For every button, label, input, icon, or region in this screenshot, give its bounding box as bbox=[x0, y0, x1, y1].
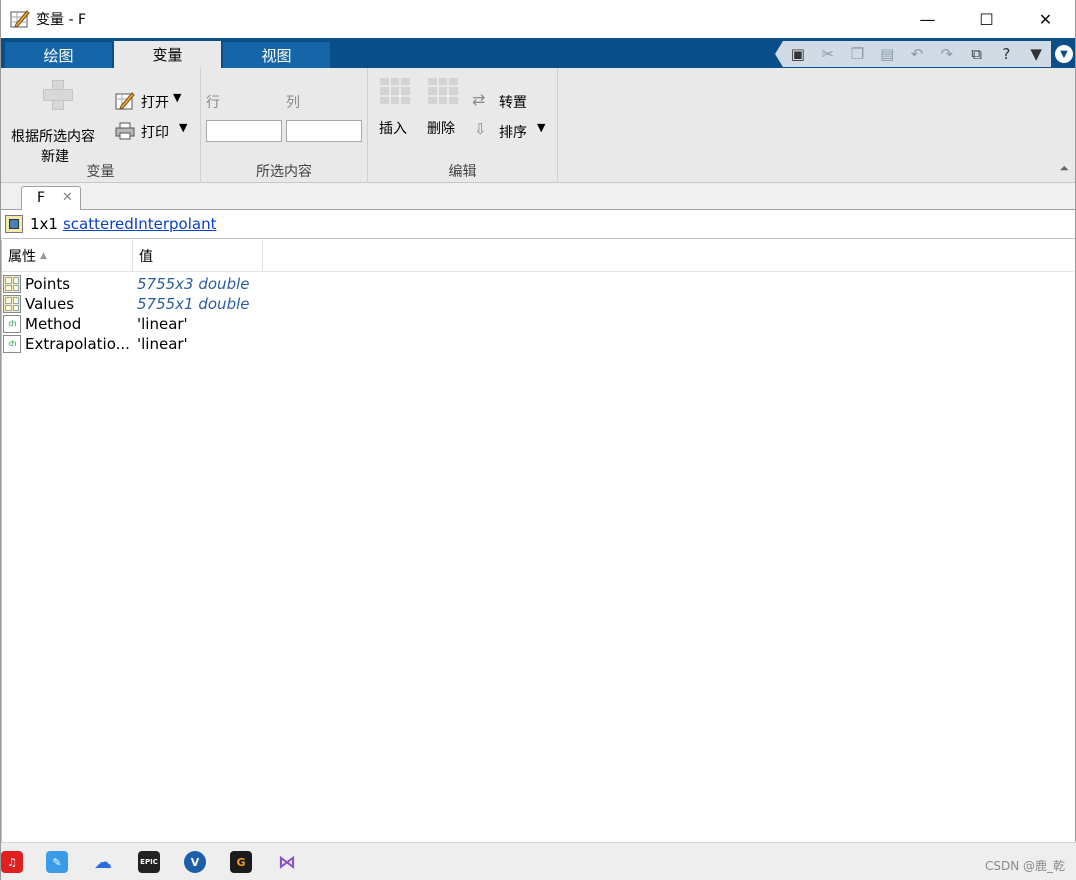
header-value[interactable]: 值 bbox=[133, 240, 263, 272]
column-label: 列 bbox=[286, 95, 300, 111]
window-controls: — ☐ ✕ bbox=[898, 0, 1075, 38]
document-tab-bar: F ✕ bbox=[1, 183, 1075, 211]
object-icon bbox=[5, 215, 23, 233]
sort-button[interactable]: ⇩ 排序 ▼ bbox=[472, 120, 552, 142]
property-name: Method bbox=[25, 315, 82, 333]
quick-access-toolbar: ▣ ✂ ❐ ▤ ↶ ↷ ⧉ ? ▼ bbox=[775, 41, 1051, 67]
delete-icon bbox=[428, 78, 458, 104]
matrix-icon bbox=[3, 295, 21, 313]
variable-editor-window: 变量 - F — ☐ ✕ 绘图 变量 视图 ▣ ✂ ❐ ▤ ↶ ↷ ⧉ ? ▼ … bbox=[0, 0, 1076, 880]
save-icon[interactable]: ▣ bbox=[783, 42, 813, 66]
window-title: 变量 - F bbox=[36, 12, 87, 28]
ribbon-tab-strip: 绘图 变量 视图 ▣ ✂ ❐ ▤ ↶ ↷ ⧉ ? ▼ ▼ bbox=[1, 38, 1075, 68]
tab-view[interactable]: 视图 bbox=[223, 42, 330, 68]
property-value-link[interactable]: 5755x1 double bbox=[137, 294, 250, 314]
char-array-icon: ch bbox=[3, 335, 21, 353]
table-row[interactable]: Values 5755x1 double bbox=[2, 294, 1074, 314]
ribbon-panel: 根据所选内容 新建 打开 ▼ 打印 ▼ 变量 行 列 所选内容 插入 删除 ⇄ … bbox=[1, 68, 1075, 183]
document-tab-label: F bbox=[37, 190, 46, 206]
print-button[interactable]: 打印 ▼ bbox=[115, 120, 193, 142]
minimize-button[interactable]: — bbox=[898, 0, 957, 38]
transpose-label: 转置 bbox=[499, 95, 527, 111]
header-property-label: 属性 bbox=[8, 249, 36, 265]
property-value-link[interactable]: 5755x3 double bbox=[137, 274, 250, 294]
header-value-label: 值 bbox=[139, 249, 153, 265]
switch-windows-icon[interactable]: ⧉ bbox=[962, 42, 992, 66]
cloud-drive-icon[interactable]: ☁ bbox=[92, 851, 114, 873]
document-tab-f[interactable]: F ✕ bbox=[21, 186, 81, 211]
new-from-selection-label-1: 根据所选内容 bbox=[11, 129, 95, 145]
open-dropdown-icon: ▼ bbox=[173, 91, 182, 104]
netease-music-icon[interactable]: ♫ bbox=[1, 851, 23, 873]
ribbon-group-edit: 插入 删除 ⇄ 转置 ⇩ 排序 ▼ 编辑 bbox=[368, 68, 558, 183]
table-row[interactable]: Points 5755x3 double bbox=[2, 274, 1074, 294]
column-input[interactable] bbox=[286, 120, 362, 142]
class-name-link[interactable]: scatteredInterpolant bbox=[63, 215, 217, 233]
matrix-icon bbox=[3, 275, 21, 293]
close-tab-icon[interactable]: ✕ bbox=[62, 190, 73, 205]
options-icon[interactable]: ▼ bbox=[1021, 42, 1051, 66]
new-from-selection-button[interactable]: 根据所选内容 新建 bbox=[5, 76, 109, 165]
group-label-variable: 变量 bbox=[86, 164, 115, 180]
group-label-edit: 编辑 bbox=[448, 164, 477, 180]
delete-button[interactable]: 删除 bbox=[424, 78, 464, 138]
insert-label: 插入 bbox=[379, 121, 407, 137]
variable-info-line: 1x1 scatteredInterpolant bbox=[1, 210, 1075, 239]
visual-studio-icon[interactable]: ⋈ bbox=[276, 851, 298, 873]
toolbar-menu-icon[interactable]: ▼ bbox=[1055, 45, 1073, 63]
char-array-icon: ch bbox=[3, 315, 21, 333]
tencent-classroom-icon[interactable]: ✎ bbox=[46, 851, 68, 873]
copy-icon[interactable]: ❐ bbox=[843, 42, 873, 66]
paste-icon[interactable]: ▤ bbox=[872, 42, 902, 66]
ribbon-group-variable: 根据所选内容 新建 打开 ▼ 打印 ▼ 变量 bbox=[1, 68, 201, 183]
table-row[interactable]: ch Extrapolatio... 'linear' bbox=[2, 334, 1074, 354]
printer-icon bbox=[115, 122, 135, 140]
taskbar: ♫ ✎ ☁ EPIC V G ⋈ CSDN @鹿_乾 bbox=[1, 842, 1076, 880]
variable-editor-app-icon bbox=[10, 9, 30, 29]
insert-icon bbox=[380, 78, 410, 104]
close-button[interactable]: ✕ bbox=[1016, 0, 1075, 38]
sort-ascending-icon: ▲ bbox=[40, 251, 47, 261]
header-property[interactable]: 属性 ▲ bbox=[2, 240, 133, 272]
print-label: 打印 bbox=[141, 125, 169, 141]
tab-plots[interactable]: 绘图 bbox=[5, 42, 112, 68]
maximize-button[interactable]: ☐ bbox=[957, 0, 1016, 38]
property-name: Points bbox=[25, 275, 71, 293]
title-bar: 变量 - F — ☐ ✕ bbox=[1, 0, 1075, 38]
table-header: 属性 ▲ 值 bbox=[2, 240, 1074, 272]
sort-icon: ⇩ bbox=[474, 120, 487, 138]
vpn-icon[interactable]: V bbox=[184, 851, 206, 873]
insert-button[interactable]: 插入 bbox=[376, 78, 416, 138]
tab-variable[interactable]: 变量 bbox=[114, 41, 221, 68]
undo-icon[interactable]: ↶ bbox=[902, 42, 932, 66]
cut-icon[interactable]: ✂ bbox=[813, 42, 843, 66]
property-table: 属性 ▲ 值 Points 5755x3 double Values 5755x… bbox=[1, 240, 1075, 842]
property-name: Extrapolatio... bbox=[25, 335, 130, 353]
open-icon bbox=[115, 92, 135, 110]
sort-label: 排序 bbox=[499, 125, 527, 141]
transpose-icon: ⇄ bbox=[472, 90, 486, 109]
table-row[interactable]: ch Method 'linear' bbox=[2, 314, 1074, 334]
delete-label: 删除 bbox=[427, 121, 455, 137]
sort-dropdown-icon: ▼ bbox=[537, 121, 546, 134]
plus-icon bbox=[43, 80, 73, 110]
row-label: 行 bbox=[206, 95, 220, 111]
open-label: 打开 bbox=[141, 95, 169, 111]
print-dropdown-icon: ▼ bbox=[179, 121, 188, 134]
transpose-button[interactable]: ⇄ 转置 bbox=[472, 90, 536, 112]
group-label-selection: 所选内容 bbox=[256, 164, 312, 180]
open-button[interactable]: 打开 ▼ bbox=[115, 90, 189, 112]
variable-size: 1x1 bbox=[30, 215, 58, 233]
redo-icon[interactable]: ↷ bbox=[932, 42, 962, 66]
help-icon[interactable]: ? bbox=[991, 42, 1021, 66]
epic-games-icon[interactable]: EPIC bbox=[138, 851, 160, 873]
csdn-watermark: CSDN @鹿_乾 bbox=[984, 859, 1065, 873]
gameviewer-icon[interactable]: G bbox=[230, 851, 252, 873]
row-input[interactable] bbox=[206, 120, 282, 142]
collapse-ribbon-icon[interactable]: ⏶ bbox=[1059, 161, 1069, 176]
property-value: 'linear' bbox=[137, 315, 188, 333]
property-value: 'linear' bbox=[137, 335, 188, 353]
ribbon-group-selection: 行 列 所选内容 bbox=[201, 68, 368, 183]
property-name: Values bbox=[25, 295, 75, 313]
